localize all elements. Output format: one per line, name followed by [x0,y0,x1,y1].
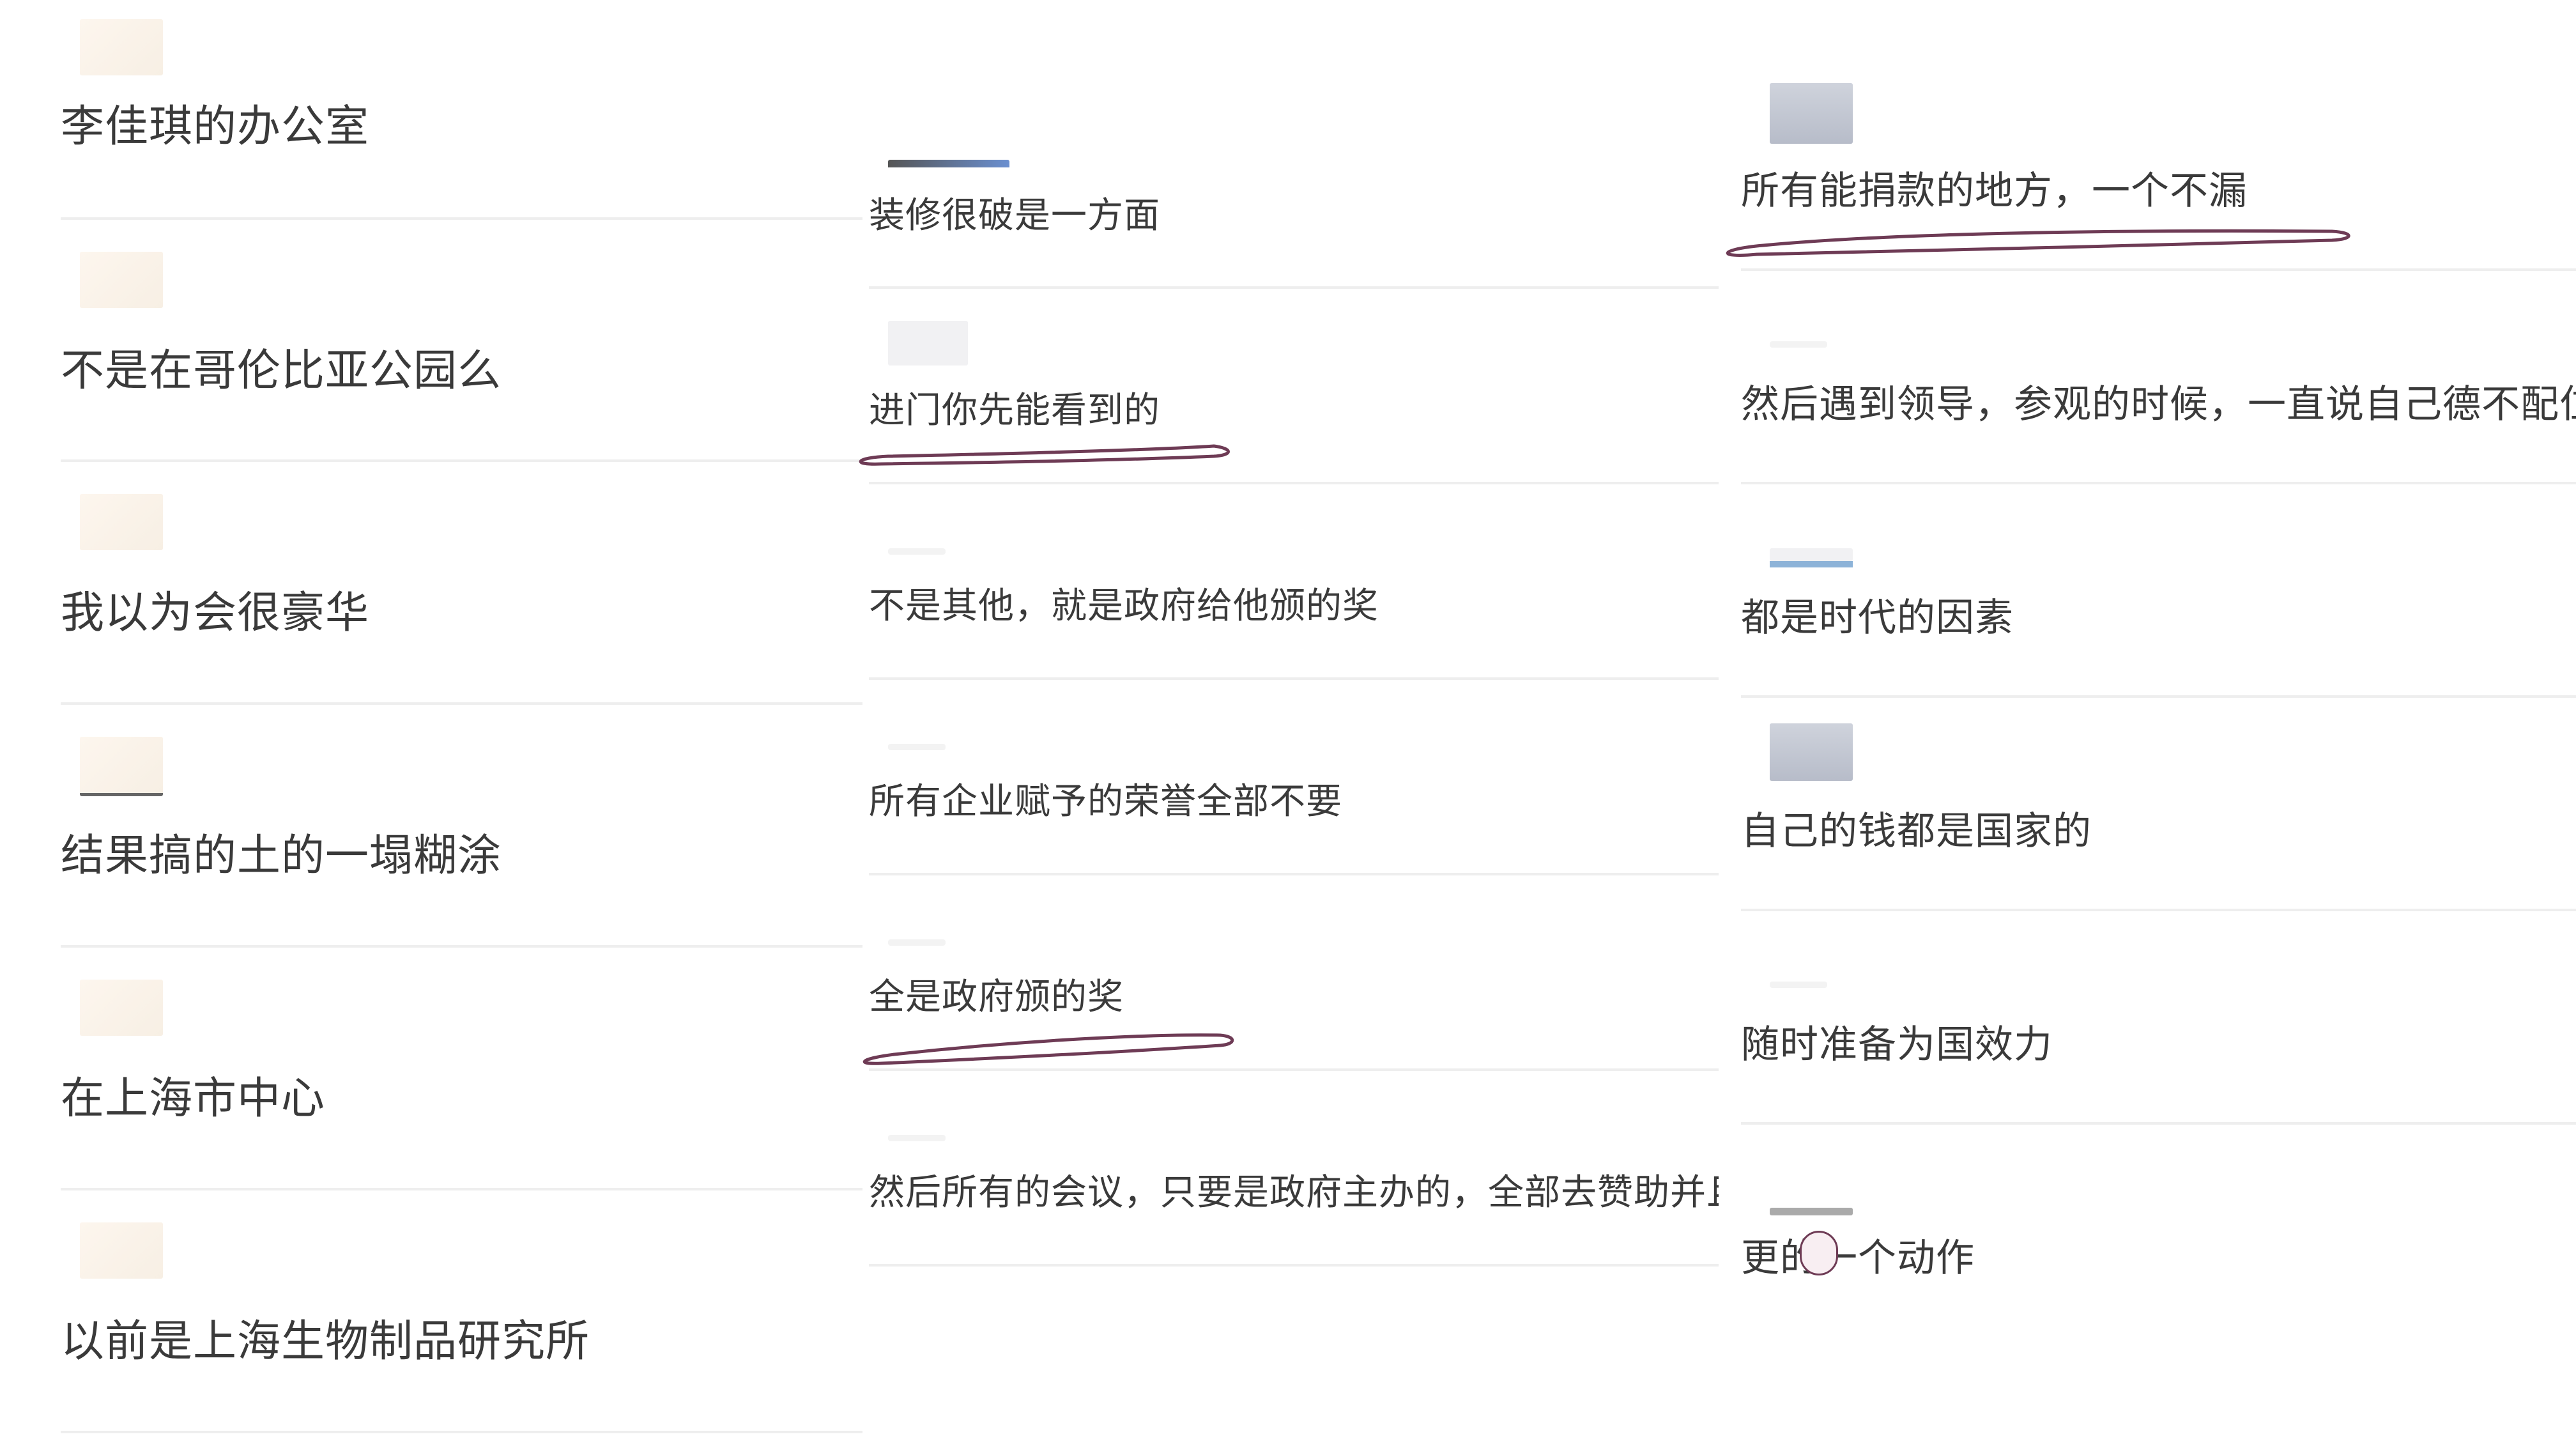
user-avatar-icon[interactable] [80,1222,163,1279]
message-text: 李佳琪的办公室 [61,102,370,152]
nickname [888,744,946,750]
nickname [1770,341,1827,348]
message-text: 不是在哥伦比亚公园么 [61,346,502,396]
user-avatar-icon[interactable] [888,321,968,366]
nickname [888,548,946,555]
user-avatar-icon[interactable] [80,737,163,796]
user-avatar-icon[interactable] [80,494,163,550]
list-item[interactable]: 所有能捐款的地方，一个不漏 [1741,0,2576,271]
list-item[interactable]: 更的一个动作 [1741,1125,2576,1444]
list-item[interactable]: 全是政府颁的奖 [869,875,1719,1071]
chat-column-3: 所有能捐款的地方，一个不漏 然后遇到领导，参观的时候，一直说自己德不配位 都是时… [1719,0,2576,1448]
nickname [1770,982,1827,988]
nickname [888,939,946,946]
message-text: 在上海市中心 [61,1074,326,1124]
list-item[interactable]: 然后遇到领导，参观的时候，一直说自己德不配位 [1741,271,2576,484]
chat-column-1: 李佳琪的办公室 不是在哥伦比亚公园么 我以为会很豪华 结果搞的土的一塌糊涂 在上… [0,0,862,1448]
list-item[interactable]: 都是时代的因素 [1741,484,2576,698]
message-text: 所有能捐款的地方，一个不漏 [1741,169,2248,213]
user-avatar-icon[interactable] [1770,1208,1853,1215]
message-text: 然后所有的会议，只要是政府主办的，全部去赞助并且 [869,1172,1719,1213]
message-text: 以前是上海生物制品研究所 [61,1316,590,1367]
list-item[interactable]: 在上海市中心 [61,948,862,1190]
list-item[interactable]: 自己的钱都是国家的 [1741,698,2576,911]
user-avatar-icon[interactable] [1770,723,1853,781]
message-text: 结果搞的土的一塌糊涂 [61,831,502,881]
list-item[interactable]: 不是在哥伦比亚公园么 [61,220,862,462]
list-item[interactable]: 所有企业赋予的荣誉全部不要 [869,680,1719,875]
chat-column-2: 装修很破是一方面 进门你先能看到的 不是其他，就是政府给他颁的奖 所有企业赋予的… [856,0,1719,1448]
list-item[interactable]: 进门你先能看到的 [869,289,1719,484]
message-text: 更的一个动作 [1741,1236,1975,1281]
nickname [888,1135,946,1141]
user-avatar-icon[interactable] [888,160,1009,173]
message-text: 所有企业赋予的荣誉全部不要 [869,781,1342,822]
message-text: 进门你先能看到的 [869,390,1160,431]
list-item[interactable]: 我以为会很豪华 [61,462,862,705]
list-item-empty [869,1267,1719,1445]
list-item[interactable]: 随时准备为国效力 [1741,911,2576,1125]
message-text: 装修很破是一方面 [869,195,1160,236]
list-item[interactable]: 不是其他，就是政府给他颁的奖 [869,484,1719,680]
list-item[interactable]: 以前是上海生物制品研究所 [61,1190,862,1433]
user-avatar-icon[interactable] [1770,83,1853,144]
list-item[interactable]: 然后所有的会议，只要是政府主办的，全部去赞助并且 [869,1071,1719,1267]
message-text: 都是时代的因素 [1741,596,2014,640]
message-text: 全是政府颁的奖 [869,976,1124,1018]
message-text: 不是其他，就是政府给他颁的奖 [869,585,1379,627]
message-text: 随时准备为国效力 [1741,1022,2053,1067]
user-avatar-icon[interactable] [80,980,163,1036]
message-text: 我以为会很豪华 [61,588,370,638]
list-item[interactable]: 装修很破是一方面 [869,0,1719,289]
user-avatar-icon[interactable] [80,252,163,308]
list-item[interactable]: 李佳琪的办公室 [61,0,862,220]
censor-blob [1800,1231,1838,1275]
message-text: 自己的钱都是国家的 [1741,809,2092,854]
user-avatar-icon[interactable] [1770,548,1853,567]
user-avatar-icon[interactable] [80,19,163,75]
list-item[interactable]: 结果搞的土的一塌糊涂 [61,705,862,948]
message-text: 然后遇到领导，参观的时候，一直说自己德不配位 [1741,382,2576,427]
